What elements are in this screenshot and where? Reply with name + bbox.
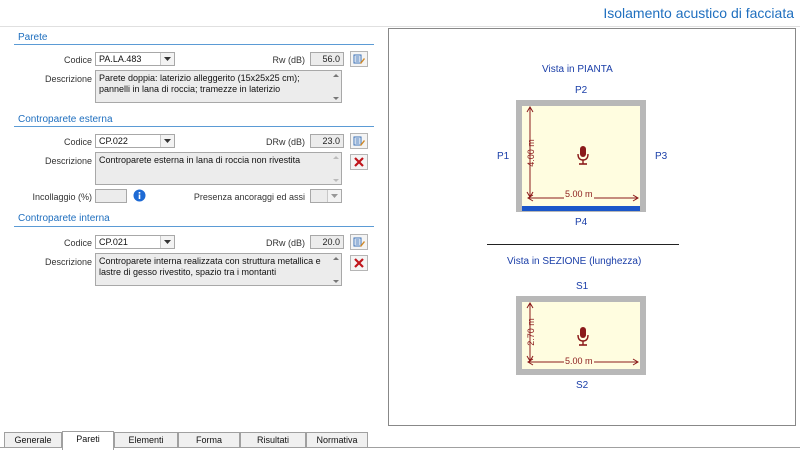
interna-codice-value: CP.021 — [99, 237, 128, 247]
chevron-down-icon[interactable] — [160, 135, 174, 147]
esterna-codice-value: CP.022 — [99, 136, 128, 146]
parete-descrizione-field[interactable]: Parete doppia: laterizio alleggerito (15… — [95, 70, 342, 103]
rw-label: Rw (dB) — [272, 55, 305, 65]
section-width-dimension: 5.00 m — [564, 356, 594, 366]
tab-risultati[interactable]: Risultati — [240, 432, 306, 448]
section-title-esterna: Controparete esterna — [18, 114, 113, 125]
tab-normativa[interactable]: Normativa — [306, 432, 368, 448]
facade-wall-p4 — [522, 206, 640, 211]
plan-depth-dimension: 4.00 m — [526, 139, 536, 167]
drw-label: DRw (dB) — [265, 137, 305, 147]
esterna-codice-select[interactable]: CP.022 — [95, 134, 175, 148]
section-title-interna: Controparete interna — [18, 213, 110, 224]
parete-rw-value[interactable]: 56.0 — [310, 52, 344, 66]
descrizione-label: Descrizione — [44, 74, 92, 84]
section-divider — [14, 44, 374, 45]
tab-forma[interactable]: Forma — [178, 432, 240, 448]
chevron-down-icon[interactable] — [327, 190, 341, 202]
section-label-s2: S2 — [576, 380, 589, 391]
tab-pareti[interactable]: Pareti — [62, 431, 114, 450]
delete-x-icon — [354, 157, 364, 167]
microphone-icon — [577, 146, 589, 165]
section-title-parete: Parete — [18, 32, 48, 43]
esterna-drw-value[interactable]: 23.0 — [310, 134, 344, 148]
parete-codice-value: PA.LA.483 — [99, 54, 142, 64]
esterna-edit-button[interactable] — [350, 133, 368, 149]
section-label-s1: S1 — [576, 281, 589, 292]
parete-descrizione-text: Parete doppia: laterizio alleggerito (15… — [99, 73, 300, 94]
section-view-title: Vista in SEZIONE (lunghezza) — [507, 256, 642, 267]
scrollbar[interactable] — [331, 71, 341, 102]
scrollbar[interactable] — [331, 153, 341, 184]
codice-label: Codice — [63, 238, 92, 248]
interna-delete-button[interactable] — [350, 255, 368, 271]
interna-drw-value[interactable]: 20.0 — [310, 235, 344, 249]
interna-codice-select[interactable]: CP.021 — [95, 235, 175, 249]
chevron-down-icon[interactable] — [160, 53, 174, 65]
interna-descrizione-field[interactable]: Controparete interna realizzata con stru… — [95, 253, 342, 286]
ancoraggi-label: Presenza ancoraggi ed assi — [193, 192, 305, 202]
parete-codice-select[interactable]: PA.LA.483 — [95, 52, 175, 66]
app-title: Isolamento acustico di facciata — [603, 5, 794, 21]
plan-width-dimension: 5.00 m — [564, 189, 594, 199]
plan-view-title: Vista in PIANTA — [542, 64, 613, 75]
interna-descrizione-text: Controparete interna realizzata con stru… — [99, 256, 321, 277]
section-divider — [14, 126, 374, 127]
chevron-down-icon[interactable] — [160, 236, 174, 248]
codice-label: Codice — [63, 55, 92, 65]
wall-label-p2: P2 — [575, 85, 588, 96]
codice-label: Codice — [63, 137, 92, 147]
descrizione-label: Descrizione — [44, 156, 92, 166]
wall-label-p3: P3 — [655, 151, 668, 162]
edit-list-icon — [353, 54, 365, 64]
title-divider — [0, 26, 800, 27]
interna-edit-button[interactable] — [350, 234, 368, 250]
edit-list-icon — [353, 136, 365, 146]
esterna-delete-button[interactable] — [350, 154, 368, 170]
tab-elementi[interactable]: Elementi — [114, 432, 178, 448]
parete-edit-button[interactable] — [350, 51, 368, 67]
esterna-descrizione-field[interactable]: Controparete esterna in lana di roccia n… — [95, 152, 342, 185]
microphone-icon — [577, 327, 589, 346]
views-divider — [487, 244, 679, 245]
tab-generale[interactable]: Generale — [4, 432, 62, 448]
section-divider — [14, 226, 374, 227]
wall-label-p4: P4 — [575, 217, 588, 228]
incollaggio-input[interactable] — [95, 189, 127, 203]
edit-list-icon — [353, 237, 365, 247]
ancoraggi-select[interactable] — [310, 189, 342, 203]
esterna-descrizione-text: Controparete esterna in lana di roccia n… — [99, 155, 301, 165]
drw-label: DRw (dB) — [265, 238, 305, 248]
descrizione-label: Descrizione — [44, 257, 92, 267]
scrollbar[interactable] — [331, 254, 341, 285]
info-icon[interactable] — [133, 189, 146, 202]
wall-label-p1: P1 — [497, 151, 510, 162]
incollaggio-label: Incollaggio (%) — [32, 192, 92, 202]
diagram-panel: Vista in PIANTA P2 P1 P3 P4 4.00 m 5.00 … — [388, 28, 796, 426]
section-height-dimension: 2.70 m — [526, 318, 536, 346]
delete-x-icon — [354, 258, 364, 268]
